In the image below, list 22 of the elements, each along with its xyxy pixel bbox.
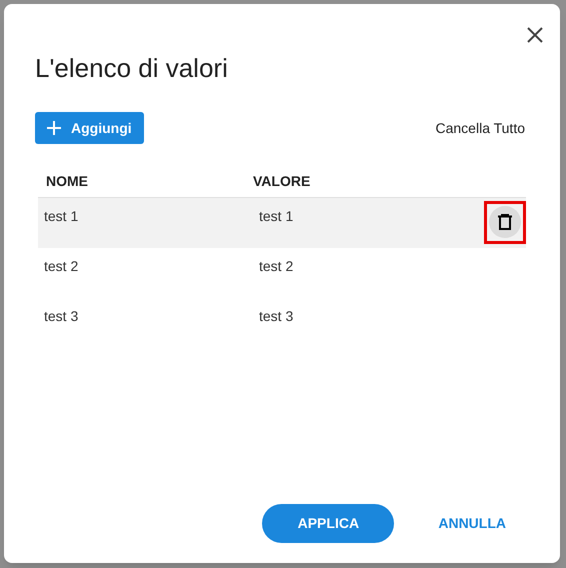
highlight-frame (484, 201, 526, 244)
table-cell-text: test 1 (259, 207, 294, 226)
cancel-button[interactable]: ANNULLA (438, 513, 506, 534)
table-row[interactable]: test 3 test 3 (38, 298, 526, 348)
dialog-title: L'elenco di valori (35, 52, 228, 85)
add-button[interactable]: Aggiungi (35, 112, 144, 144)
table-cell-text: test 3 (44, 307, 80, 326)
column-header: NOME (46, 172, 89, 191)
plus-icon (47, 121, 61, 135)
table-cell-text: test 2 (259, 257, 294, 276)
clear-all-button[interactable]: Cancella Tutto (436, 118, 525, 138)
close-icon (526, 26, 544, 44)
trash-icon (498, 214, 512, 230)
apply-button[interactable]: APPLICA (262, 504, 394, 543)
delete-button[interactable] (489, 206, 521, 238)
table-row[interactable]: test 2 test 2 (38, 248, 526, 298)
table-cell-text: test 2 (44, 257, 80, 276)
table-cell-text: test 1 (44, 207, 80, 226)
table-cell-text: test 3 (259, 307, 294, 326)
table-row[interactable]: test 1 test 1 (38, 198, 526, 248)
column-header: VALORE (253, 172, 310, 191)
close-button[interactable] (526, 26, 544, 44)
